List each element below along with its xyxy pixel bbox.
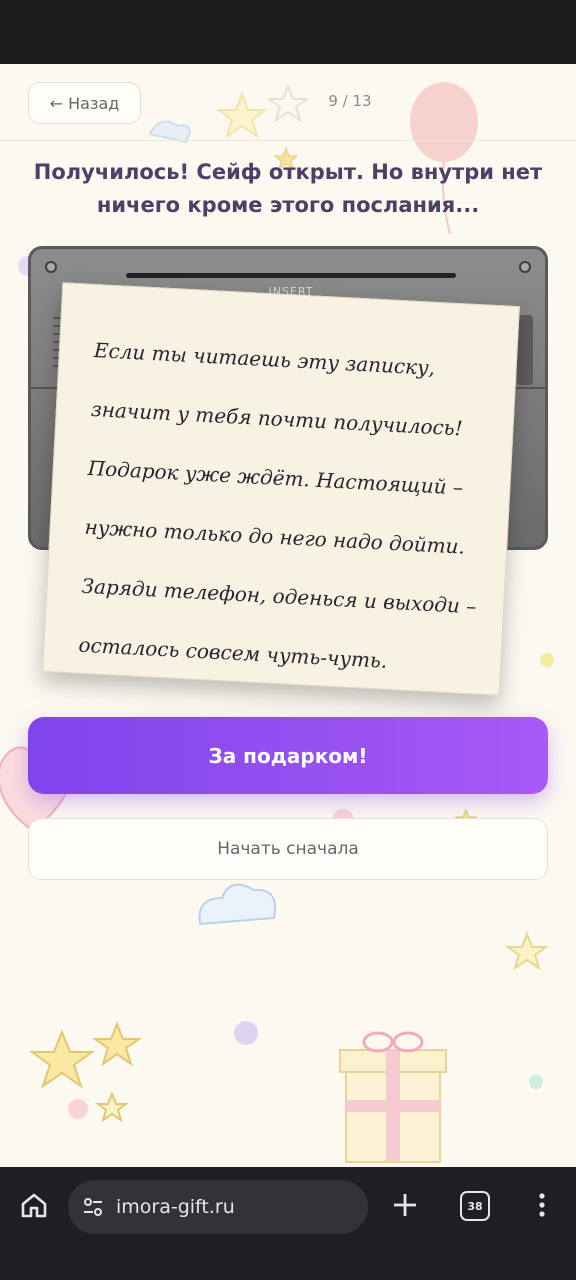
star-icon (504, 931, 550, 971)
safe-handle (517, 315, 533, 385)
safe-slot (126, 273, 456, 278)
new-tab-icon[interactable] (389, 1189, 421, 1221)
star-icon (91, 1021, 143, 1067)
restart-label: Начать сначала (217, 839, 359, 859)
message-note: Если ты читаешь эту записку, значит у те… (42, 282, 520, 696)
rivet (45, 261, 57, 273)
rivet (519, 261, 531, 273)
browser-toolbar: imora-gift.ru 38 (0, 1167, 576, 1280)
go-to-gift-button[interactable]: За подарком! (28, 717, 548, 794)
cloud-icon (148, 120, 191, 144)
site-settings-icon[interactable] (82, 1196, 104, 1218)
tab-switcher-icon[interactable]: 38 (460, 1191, 490, 1221)
go-to-gift-label: За подарком! (208, 743, 368, 768)
home-icon[interactable] (18, 1189, 50, 1221)
more-menu-icon[interactable] (530, 1189, 554, 1221)
cloud-icon (198, 883, 276, 926)
tab-count: 38 (467, 1199, 483, 1213)
back-button[interactable]: ← Назад (28, 82, 141, 124)
page: ← Назад 9 / 13 Получилось! Сейф открыт. … (0, 64, 576, 1167)
url-text: imora-gift.ru (116, 1196, 235, 1218)
balloon-icon (410, 82, 478, 162)
step-progress: 9 / 13 (328, 92, 372, 110)
star-icon (28, 1029, 96, 1089)
star-icon (95, 1091, 129, 1123)
status-bar (0, 0, 576, 64)
header-divider (0, 140, 576, 141)
address-bar[interactable]: imora-gift.ru (68, 1180, 368, 1234)
star-icon (216, 91, 268, 139)
back-label: ← Назад (49, 93, 120, 113)
restart-button[interactable]: Начать сначала (28, 818, 548, 880)
page-title: Получилось! Сейф открыт. Но внутри нет н… (33, 160, 543, 217)
gift-box-icon (339, 1031, 447, 1163)
